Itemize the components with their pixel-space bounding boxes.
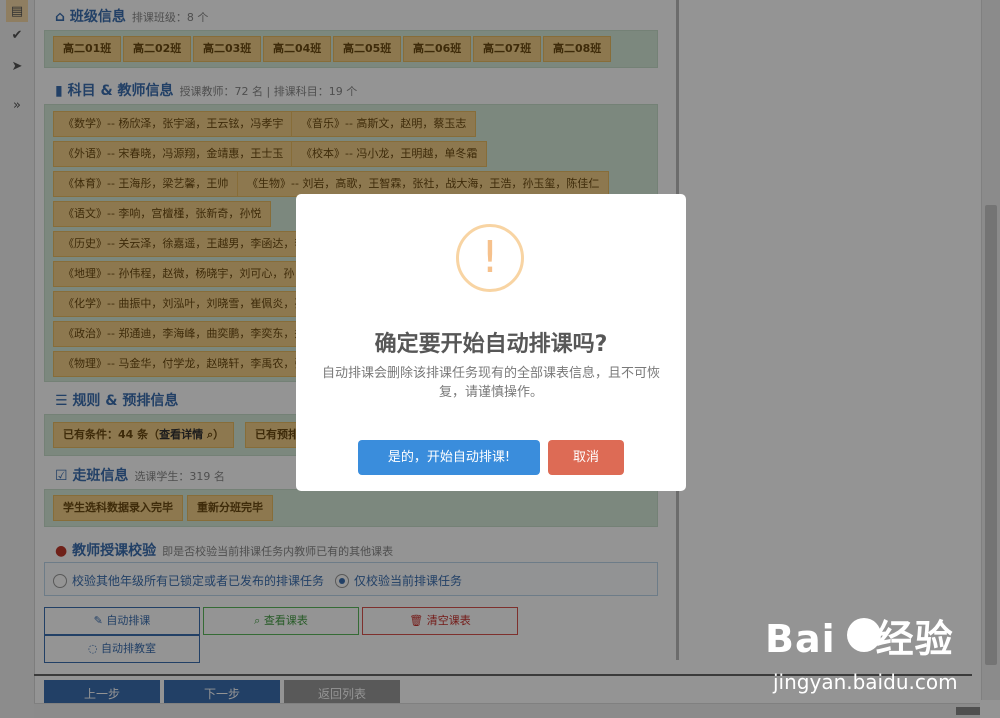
watermark-url: jingyan.baidu.com (773, 670, 958, 694)
warning-icon: ! (456, 224, 524, 292)
dialog-title: 确定要开始自动排课吗? (374, 332, 608, 357)
watermark-brand2: 经验 (875, 617, 954, 661)
confirm-button[interactable]: 是的，开始自动排课! (358, 440, 540, 475)
paw-logo-icon (847, 618, 881, 652)
warning-glyph: ! (481, 232, 499, 283)
dialog-message: 自动排课会删除该排课任务现有的全部课表信息，且不可恢复，请谨慎操作。 (321, 366, 660, 400)
cancel-button[interactable]: 取消 (548, 440, 624, 475)
baidu-watermark: Bai 经验 jingyan.baidu.com (765, 608, 958, 694)
watermark-brand: Bai (765, 617, 836, 661)
confirm-dialog: ! 确定要开始自动排课吗? 自动排课会删除该排课任务现有的全部课表信息，且不可恢… (296, 194, 686, 491)
